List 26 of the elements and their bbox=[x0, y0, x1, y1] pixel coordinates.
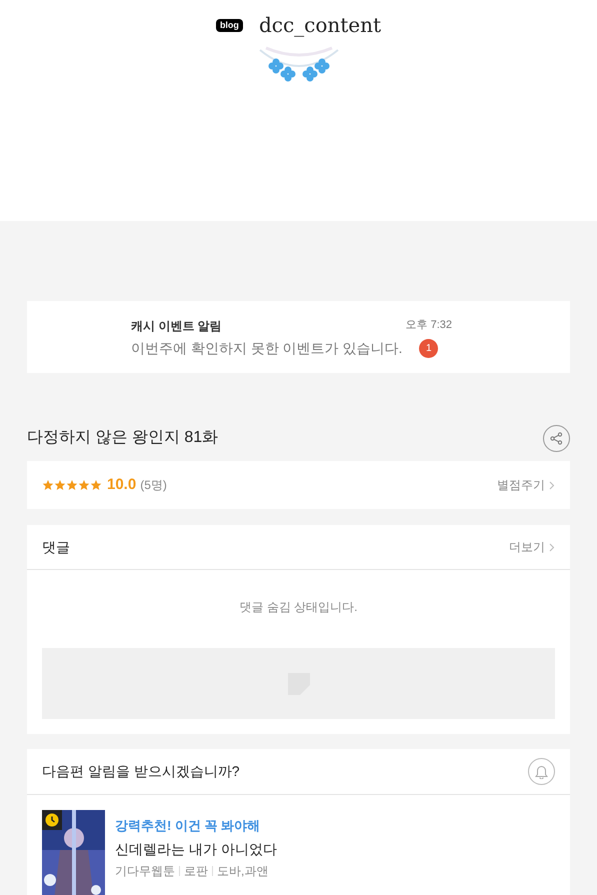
blog-logo: blog bbox=[216, 18, 243, 32]
recommendation-meta: 도바,과앤 bbox=[217, 862, 268, 880]
blog-name: dcc_content bbox=[258, 12, 382, 39]
notification-bell-button[interactable] bbox=[528, 758, 555, 785]
bell-icon bbox=[535, 764, 548, 778]
notice-card[interactable]: 캐시 이벤트 알림 이번주에 확인하지 못한 이벤트가 있습니다. 오후 7:32 1 bbox=[27, 301, 570, 373]
recommendation-meta: 기다무웹툰 bbox=[115, 862, 175, 880]
rating-score: 10.0 bbox=[107, 474, 136, 495]
recommendation-tag: 강력추천! 이건 꼭 봐야해 bbox=[115, 816, 277, 836]
chevron-icon bbox=[549, 480, 555, 490]
subscribe-question: 다음편 알림을 받으시겠습니까? bbox=[42, 762, 240, 781]
unread-badge: 1 bbox=[419, 338, 438, 358]
more-link[interactable]: 더보기 bbox=[509, 538, 555, 556]
chevron-icon bbox=[549, 542, 555, 552]
recommendation-meta: 로판 bbox=[184, 862, 208, 880]
comments-status: 댓글 숨김 상태입니다. bbox=[238, 599, 358, 616]
share-icon bbox=[550, 432, 563, 444]
episode-title: 다정하지 않은 왕인지 81화 bbox=[27, 428, 218, 448]
rate-link[interactable]: 별점주기 bbox=[497, 476, 555, 494]
rating-count: (5명) bbox=[140, 477, 167, 494]
share-button[interactable] bbox=[543, 424, 570, 452]
notice-title: 캐시 이벤트 알림 bbox=[131, 318, 223, 335]
comments-title: 댓글 bbox=[42, 538, 70, 556]
notice-message: 이번주에 확인하지 못한 이벤트가 있습니다. bbox=[131, 339, 404, 358]
recommendation-title[interactable]: 신데렐라는 내가 아니었다 bbox=[115, 838, 277, 860]
notice-time: 오후 7:32 bbox=[406, 318, 452, 333]
